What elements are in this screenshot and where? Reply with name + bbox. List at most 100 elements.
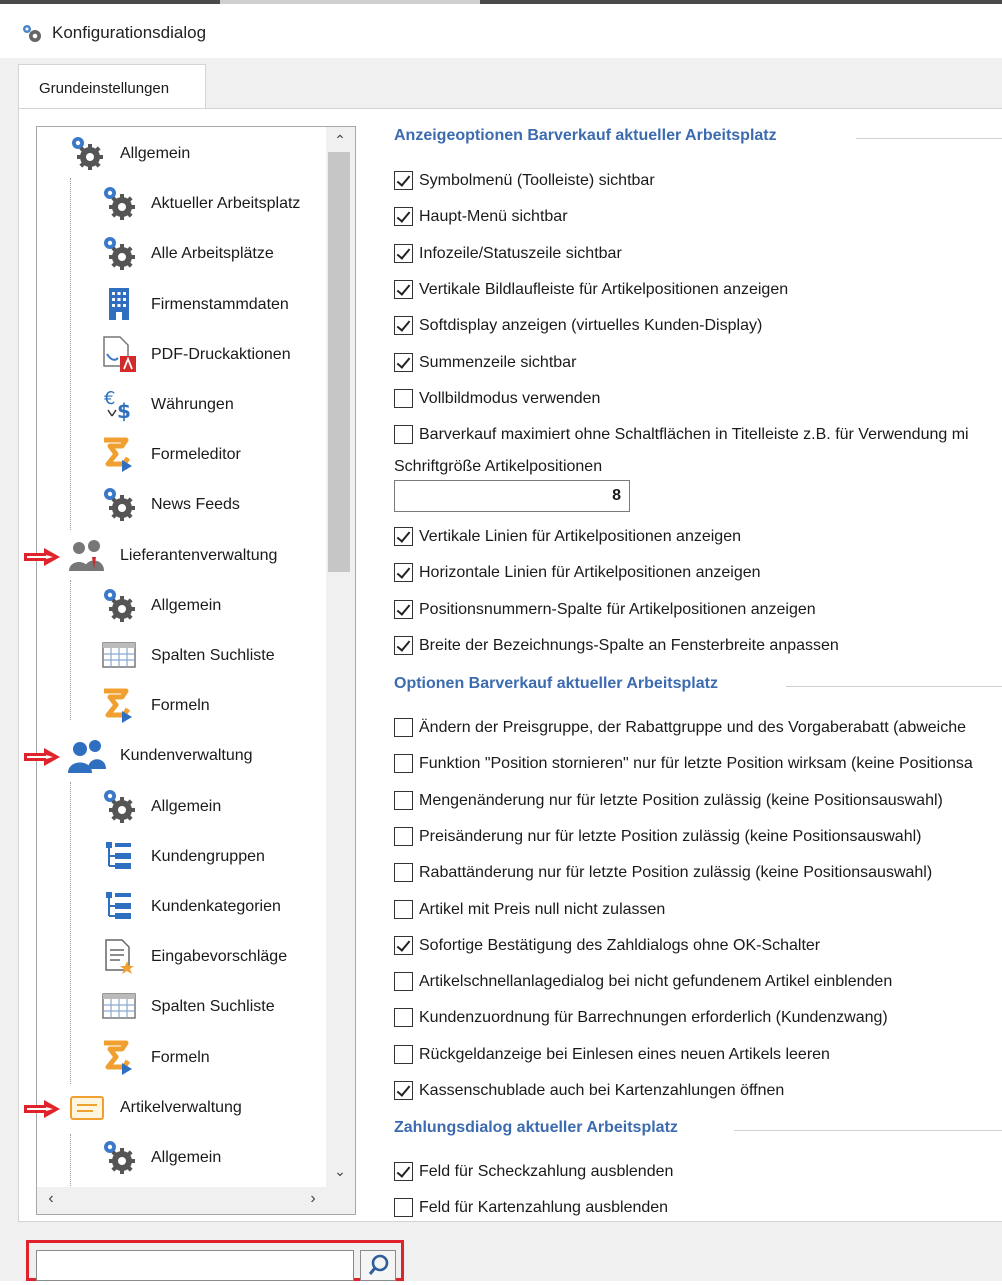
tree-item[interactable]: Allgemein (98, 1133, 320, 1183)
section-title-display: Anzeigeoptionen Barverkauf aktueller Arb… (394, 127, 777, 144)
tab-grundeinstellungen[interactable]: Grundeinstellungen (18, 64, 206, 110)
checkbox-unchecked[interactable] (394, 791, 413, 810)
tree-item[interactable]: Spalten Suchliste (98, 982, 320, 1032)
option-row[interactable]: Infozeile/Statuszeile sichtbar (394, 243, 1002, 265)
option-row[interactable]: Ändern der Preisgruppe, der Rabattgruppe… (394, 717, 1002, 739)
title-bar: Konfigurationsdialog (0, 4, 1002, 58)
checkbox-checked[interactable] (394, 171, 413, 190)
checkbox-unchecked[interactable] (394, 718, 413, 737)
search-input[interactable] (36, 1250, 354, 1281)
checkbox-unchecked[interactable] (394, 900, 413, 919)
option-row[interactable]: Kassenschublade auch bei Kartenzahlungen… (394, 1080, 1002, 1102)
section-divider (856, 138, 1002, 139)
checkbox-checked[interactable] (394, 563, 413, 582)
checkbox-unchecked[interactable] (394, 1045, 413, 1064)
scroll-right-icon[interactable]: › (304, 1190, 322, 1210)
scroll-down-icon[interactable]: ⌄ (330, 1163, 350, 1181)
tree-item-label: Artikelverwaltung (120, 1099, 242, 1116)
checkbox-checked[interactable] (394, 353, 413, 372)
formula-icon (98, 685, 140, 725)
tree-item[interactable]: Lieferantenverwaltung (66, 531, 320, 581)
option-label: Artikel mit Preis null nicht zulassen (419, 901, 666, 918)
tree-item[interactable]: Formeln (98, 681, 320, 731)
checkbox-unchecked[interactable] (394, 389, 413, 408)
option-row[interactable]: Horizontale Linien für Artikelpositionen… (394, 562, 1002, 584)
suppliers-icon (66, 535, 108, 575)
checkbox-unchecked[interactable] (394, 754, 413, 773)
checkbox-checked[interactable] (394, 600, 413, 619)
option-row[interactable]: Vollbildmodus verwenden (394, 388, 1002, 410)
gears-icon (98, 233, 140, 273)
checkbox-checked[interactable] (394, 936, 413, 955)
tree-item[interactable]: Kundenverwaltung (66, 731, 320, 781)
option-row[interactable]: Artikelschnellanlagedialog bei nicht gef… (394, 971, 1002, 993)
option-row[interactable]: Haupt-Menü sichtbar (394, 206, 1002, 228)
option-label: Sofortige Bestätigung des Zahldialogs oh… (419, 937, 821, 954)
tree-item[interactable]: € $ Währungen (98, 380, 320, 430)
tree-item[interactable]: Allgemein (98, 782, 320, 832)
checkbox-checked[interactable] (394, 527, 413, 546)
checkbox-checked[interactable] (394, 636, 413, 655)
tree-item[interactable]: PDF-Druckaktionen (98, 330, 320, 380)
checkbox-checked[interactable] (394, 207, 413, 226)
option-row[interactable]: Positionsnummern-Spalte für Artikelposit… (394, 599, 1002, 621)
tree-connector-line (70, 580, 71, 720)
option-row[interactable]: Mengenänderung nur für letzte Position z… (394, 790, 1002, 812)
option-label: Barverkauf maximiert ohne Schaltflächen … (419, 426, 969, 443)
option-label: Ändern der Preisgruppe, der Rabattgruppe… (419, 719, 967, 736)
option-row[interactable]: Funktion "Position stornieren" nur für l… (394, 753, 1002, 775)
checkbox-unchecked[interactable] (394, 425, 413, 444)
option-row[interactable]: Kundenzuordnung für Barrechnungen erford… (394, 1007, 1002, 1029)
tree-item[interactable]: Formeln (98, 1033, 320, 1083)
option-label: Rückgeldanzeige bei Einlesen eines neuen… (419, 1046, 830, 1063)
gears-icon (98, 786, 140, 826)
checkbox-unchecked[interactable] (394, 827, 413, 846)
tree-item[interactable]: Allgemein (98, 581, 320, 631)
tree-item[interactable]: Artikelverwaltung (66, 1083, 320, 1133)
tree-item[interactable]: Eingabevorschläge (98, 932, 320, 982)
checkbox-checked[interactable] (394, 280, 413, 299)
tree-item[interactable]: Spalten Suchliste (98, 631, 320, 681)
checkbox-unchecked[interactable] (394, 863, 413, 882)
checkbox-checked[interactable] (394, 316, 413, 335)
search-button[interactable] (360, 1250, 396, 1281)
scroll-up-icon[interactable]: ⌃ (330, 132, 350, 150)
option-row[interactable]: Preisänderung nur für letzte Position zu… (394, 826, 1002, 848)
option-row[interactable]: Barverkauf maximiert ohne Schaltflächen … (394, 424, 1002, 446)
option-row[interactable]: Rückgeldanzeige bei Einlesen eines neuen… (394, 1044, 1002, 1066)
checkbox-unchecked[interactable] (394, 972, 413, 991)
option-row[interactable]: Feld für Kartenzahlung ausblenden (394, 1197, 1002, 1219)
option-row[interactable]: Artikel mit Preis null nicht zulassen (394, 899, 1002, 921)
checkbox-checked[interactable] (394, 1081, 413, 1100)
checkbox-unchecked[interactable] (394, 1008, 413, 1027)
option-row[interactable]: Softdisplay anzeigen (virtuelles Kunden-… (394, 315, 1002, 337)
tree-item[interactable]: Kundengruppen (98, 832, 320, 882)
tree-item[interactable]: Firmenstammdaten (98, 280, 320, 330)
option-row[interactable]: Sofortige Bestätigung des Zahldialogs oh… (394, 935, 1002, 957)
checkbox-checked[interactable] (394, 1162, 413, 1181)
scroll-left-icon[interactable]: ‹ (42, 1190, 60, 1210)
tree-item[interactable]: News Feeds (98, 480, 320, 530)
tree-item[interactable]: Formeleditor (98, 430, 320, 480)
font-size-input[interactable]: 8 (394, 480, 630, 512)
option-label: Kassenschublade auch bei Kartenzahlungen… (419, 1082, 785, 1099)
option-row[interactable]: Breite der Bezeichnungs-Spalte an Fenste… (394, 635, 1002, 657)
tree-item[interactable]: Alle Arbeitsplätze (98, 229, 320, 279)
option-row[interactable]: Rabattänderung nur für letzte Position z… (394, 862, 1002, 884)
option-row[interactable]: Vertikale Bildlaufleiste für Artikelposi… (394, 279, 1002, 301)
tree-item[interactable]: Kundenkategorien (98, 882, 320, 932)
tree-item[interactable]: Aktueller Arbeitsplatz (98, 179, 320, 229)
tree-scroll-thumb[interactable] (328, 152, 350, 572)
settings-gears-icon (23, 25, 41, 42)
tree-item-label: Lieferantenverwaltung (120, 547, 278, 564)
option-row[interactable]: Vertikale Linien für Artikelpositionen a… (394, 526, 1002, 548)
checkbox-checked[interactable] (394, 244, 413, 263)
tree-item[interactable]: Allgemein (66, 129, 320, 179)
section-title-options: Optionen Barverkauf aktueller Arbeitspla… (394, 675, 718, 692)
option-row[interactable]: Summenzeile sichtbar (394, 352, 1002, 374)
pdf-document-icon (98, 334, 140, 374)
option-row[interactable]: Symbolmenü (Toolleiste) sichtbar (394, 170, 1002, 192)
window-title: Konfigurationsdialog (52, 23, 207, 42)
option-row[interactable]: Feld für Scheckzahlung ausblenden (394, 1161, 1002, 1183)
checkbox-unchecked[interactable] (394, 1198, 413, 1217)
